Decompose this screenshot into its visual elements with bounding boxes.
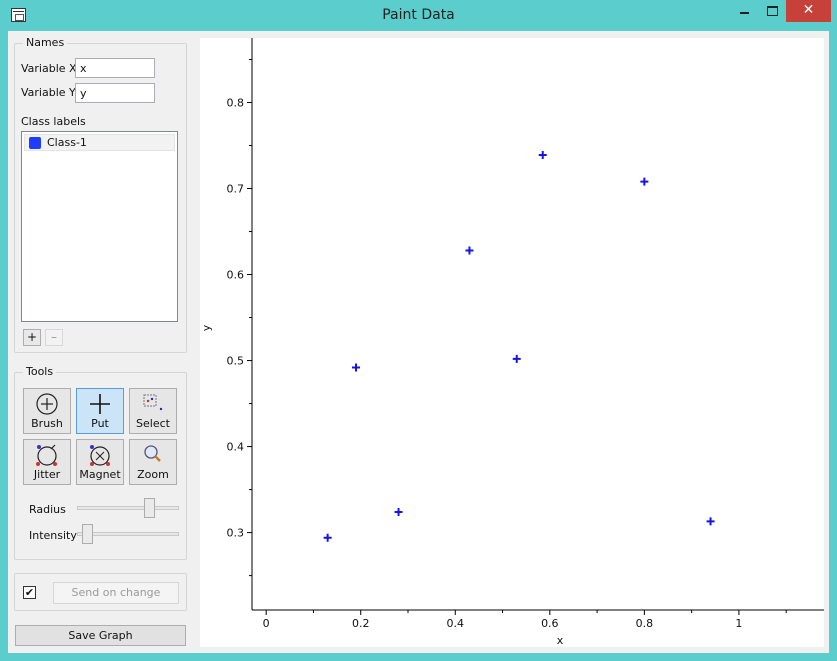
intensity-label: Intensity — [29, 529, 77, 542]
x-tick-label: 0.2 — [352, 617, 370, 630]
class-labels-label: Class labels — [21, 115, 86, 128]
maximize-button[interactable] — [758, 0, 785, 22]
brush-tool-label: Brush — [31, 417, 63, 430]
title-bar[interactable]: Paint Data ✕ — [0, 0, 837, 31]
close-button[interactable]: ✕ — [786, 0, 831, 22]
brush-icon — [36, 393, 58, 415]
window-title: Paint Data — [382, 7, 455, 23]
y-tick-label: 0.5 — [227, 355, 245, 368]
class-color-swatch — [29, 137, 41, 149]
tools-group-title: Tools — [23, 365, 57, 378]
plot-area[interactable]: 0 0.2 0.4 0.6 0.8 1 0.3 0.4 0.5 0.6 0.7 0.8 x y — [200, 38, 824, 647]
class-item-class-1[interactable]: Class-1 — [24, 134, 175, 151]
zoom-icon — [144, 445, 161, 462]
x-tick-label: 0.8 — [636, 617, 654, 630]
class-labels-list[interactable]: Class-1 — [21, 131, 178, 322]
variable-y-input[interactable] — [75, 83, 155, 103]
x-tick-label: 0 — [263, 617, 270, 630]
zoom-tool-label: Zoom — [137, 468, 169, 481]
paint-data-window: Paint Data ✕ Names Variable X Variable Y… — [0, 0, 837, 661]
data-point — [640, 177, 649, 186]
data-point — [323, 533, 332, 542]
x-tick-label: 0.4 — [447, 617, 465, 630]
remove-class-button[interactable]: – — [45, 329, 63, 346]
y-tick-label: 0.7 — [227, 183, 245, 196]
magnet-icon — [90, 445, 110, 466]
magnet-tool-button[interactable]: Magnet — [76, 439, 124, 485]
data-point — [512, 354, 521, 363]
select-icon — [143, 394, 163, 411]
scatter-plot[interactable]: 0 0.2 0.4 0.6 0.8 1 0.3 0.4 0.5 0.6 0.7 0.8 x y — [200, 38, 824, 647]
put-icon — [90, 394, 110, 414]
send-on-change-button[interactable]: Send on change — [53, 582, 179, 604]
names-group-title: Names — [23, 36, 68, 49]
put-tool-label: Put — [91, 417, 109, 430]
brush-tool-button[interactable]: Brush — [23, 388, 71, 434]
radius-slider-handle[interactable] — [144, 498, 155, 518]
send-on-change-checkbox[interactable]: ✔ — [23, 586, 36, 599]
y-tick-label: 0.3 — [227, 527, 245, 540]
commit-box: ✔ Send on change — [14, 573, 187, 611]
jitter-icon — [36, 444, 57, 466]
jitter-tool-label: Jitter — [33, 468, 61, 481]
magnet-tool-label: Magnet — [79, 468, 121, 481]
names-group: Names Variable X Variable Y Class labels… — [14, 36, 187, 353]
add-class-button[interactable]: + — [23, 329, 41, 346]
data-point — [394, 507, 403, 516]
tools-group: Tools Brush Put Select Jitter Magnet Zoo… — [14, 365, 187, 560]
variable-x-input[interactable] — [75, 58, 155, 78]
data-point — [706, 517, 715, 526]
select-tool-button[interactable]: Select — [129, 388, 177, 434]
y-tick-label: 0.8 — [227, 97, 245, 110]
select-tool-label: Select — [136, 417, 170, 430]
x-tick-label: 1 — [735, 617, 742, 630]
put-tool-button[interactable]: Put — [76, 388, 124, 434]
close-icon: ✕ — [802, 2, 815, 18]
save-graph-button[interactable]: Save Graph — [15, 625, 186, 646]
y-axis-label: y — [200, 324, 213, 331]
variable-y-label: Variable Y — [21, 86, 76, 99]
y-tick-label: 0.4 — [227, 441, 245, 454]
variable-x-label: Variable X — [21, 62, 77, 75]
class-item-label: Class-1 — [47, 136, 87, 149]
intensity-slider-handle[interactable] — [82, 524, 93, 544]
data-point — [538, 150, 547, 159]
zoom-tool-button[interactable]: Zoom — [129, 439, 177, 485]
data-point — [465, 246, 474, 255]
minimize-button[interactable] — [731, 0, 758, 22]
radius-label: Radius — [29, 503, 66, 516]
jitter-tool-button[interactable]: Jitter — [23, 439, 71, 485]
client-area: Names Variable X Variable Y Class labels… — [8, 31, 829, 653]
x-axis-label: x — [557, 634, 564, 647]
y-tick-label: 0.6 — [227, 269, 245, 282]
radius-slider-track[interactable] — [77, 506, 179, 510]
data-point — [352, 363, 360, 372]
x-tick-label: 0.6 — [541, 617, 559, 630]
